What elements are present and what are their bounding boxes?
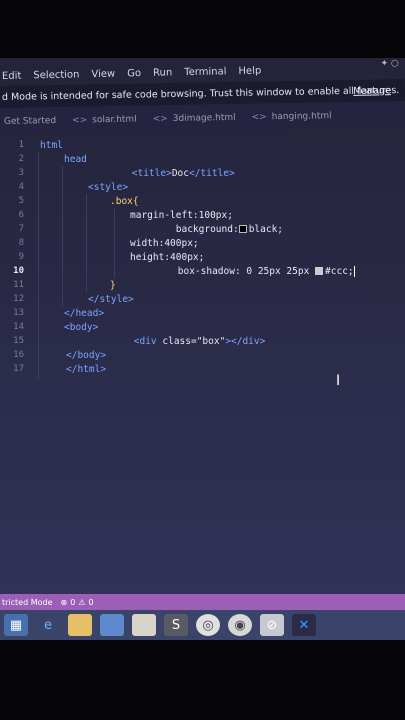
- menu-edit[interactable]: Edit: [2, 70, 22, 81]
- code-line: 3 <title>Doc</title>: [18, 167, 235, 179]
- code-line: 16 </body>: [13, 349, 107, 361]
- code-line: 17 </html>: [13, 363, 107, 375]
- manage-link[interactable]: Manage: [353, 85, 391, 97]
- code-line: 15 <div class="box"></div>: [13, 335, 266, 347]
- photo-top-dark-area: [0, 0, 405, 58]
- tab-solar[interactable]: <> solar.html: [68, 114, 149, 126]
- menu-view[interactable]: View: [91, 68, 115, 79]
- menu-selection[interactable]: Selection: [33, 69, 79, 81]
- folder-icon[interactable]: [68, 614, 92, 636]
- color-swatch-ccc[interactable]: [315, 267, 324, 275]
- code-line: 11 }: [13, 279, 116, 291]
- tab-label: Get Started: [3, 116, 57, 127]
- menu-terminal[interactable]: Terminal: [184, 66, 226, 78]
- warning-icon: ⚠: [78, 597, 86, 607]
- browser-icon[interactable]: ◉: [228, 614, 252, 636]
- tab-label: solar.html: [92, 114, 137, 126]
- window-controls[interactable]: ✦ ○: [380, 59, 398, 69]
- menu-run[interactable]: Run: [153, 67, 172, 78]
- photo-bottom-dark-area: [0, 640, 405, 720]
- tab-label: hanging.html: [271, 111, 332, 123]
- text-cursor: [353, 265, 355, 277]
- mouse-ibeam-icon: I: [336, 373, 341, 389]
- code-editor[interactable]: 1 html 2 head 3 <title>Doc</title> 4 <st…: [0, 138, 405, 608]
- tab-get-started[interactable]: Get Started: [0, 116, 68, 127]
- code-line: 7 background: black;: [18, 223, 284, 235]
- problems-indicator[interactable]: ⊗ 0 ⚠ 0: [61, 598, 94, 607]
- color-swatch-black[interactable]: [238, 225, 247, 233]
- code-line: 1 html: [18, 139, 63, 151]
- sublime-icon[interactable]: S: [164, 614, 188, 636]
- vscode-icon[interactable]: ✕: [292, 614, 316, 636]
- error-icon: ⊗: [60, 597, 68, 607]
- code-line: 8 width:400px;: [18, 237, 199, 249]
- ie-icon[interactable]: e: [36, 614, 60, 636]
- html-file-icon: <>: [152, 114, 168, 125]
- code-line: 13 </head>: [13, 307, 105, 319]
- menu-go[interactable]: Go: [127, 68, 141, 79]
- banner-text: d Mode is intended for safe code browsin…: [1, 84, 400, 103]
- code-line: 5 .box{: [18, 195, 139, 207]
- html-file-icon: <>: [72, 115, 88, 126]
- html-file-icon: <>: [251, 112, 267, 123]
- restricted-mode-indicator[interactable]: tricted Mode: [0, 598, 61, 607]
- code-line: 4 <style>: [18, 181, 129, 193]
- editor-tabs: Get Started <> solar.html <> 3dimage.htm…: [0, 102, 405, 134]
- store-icon[interactable]: [100, 614, 124, 636]
- tab-3dimage[interactable]: <> 3dimage.html: [149, 113, 248, 125]
- code-line-active: 10 box-shadow: 0 25px 25px #ccc;: [13, 265, 355, 277]
- tab-label: 3dimage.html: [172, 112, 236, 124]
- app-icon[interactable]: ⊘: [260, 614, 284, 636]
- code-line: 12 </style>: [13, 293, 134, 305]
- windows-taskbar: ▦ e S ◎ ◉ ⊘ ✕: [0, 610, 405, 640]
- menu-help[interactable]: Help: [238, 65, 261, 76]
- tab-hanging[interactable]: <> hanging.html: [248, 111, 344, 123]
- vscode-window: Edit Selection View Go Run Terminal Help…: [0, 58, 405, 640]
- file-icon[interactable]: [132, 614, 156, 636]
- status-bar: tricted Mode ⊗ 0 ⚠ 0: [0, 594, 405, 610]
- chrome-icon[interactable]: ◎: [196, 614, 220, 636]
- start-icon[interactable]: ▦: [4, 614, 28, 636]
